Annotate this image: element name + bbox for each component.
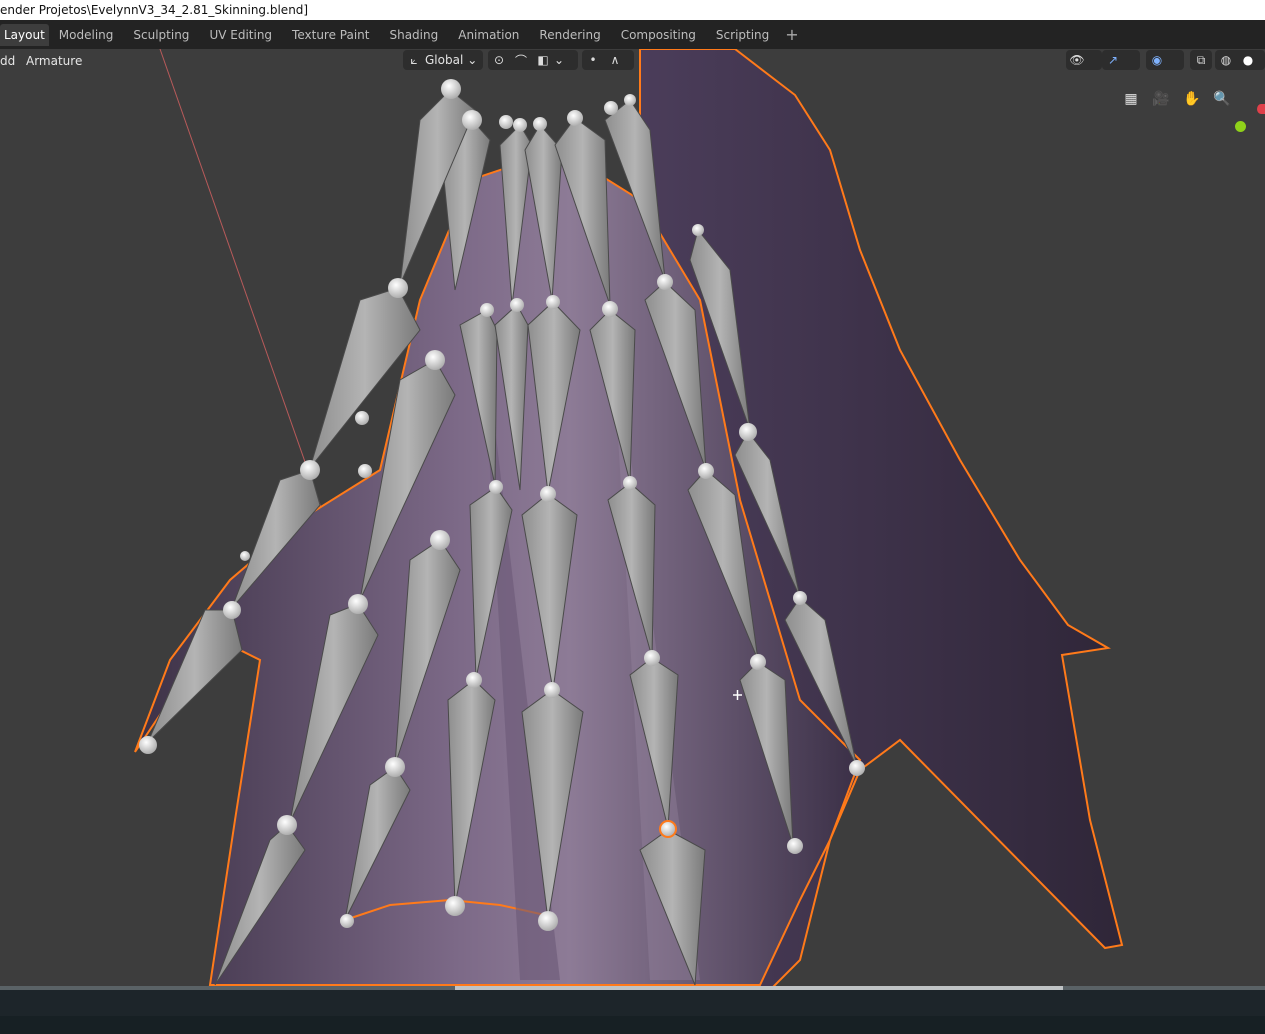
joint xyxy=(624,94,636,106)
snap-icon[interactable]: ⌒ xyxy=(510,50,532,70)
transform-orientation-value: Global xyxy=(425,53,464,67)
joint xyxy=(139,736,157,754)
3d-viewport[interactable] xyxy=(0,49,1265,986)
chevron-down-icon: ⌄ xyxy=(467,53,478,67)
joint xyxy=(441,79,461,99)
joint xyxy=(462,110,482,130)
zoom-icon[interactable]: 🔍 xyxy=(1211,88,1233,110)
joint xyxy=(567,110,583,126)
joint xyxy=(388,278,408,298)
joint xyxy=(445,896,465,916)
joint xyxy=(358,464,372,478)
window-title-bar: ender Projetos\EvelynnV3_34_2.81_Skinnin… xyxy=(0,0,1265,20)
eye-icon: 👁 xyxy=(1069,53,1085,67)
joint xyxy=(223,601,241,619)
joint xyxy=(277,815,297,835)
window-title: ender Projetos\EvelynnV3_34_2.81_Skinnin… xyxy=(0,3,309,17)
overlays-icon: ◉ xyxy=(1151,53,1163,67)
tab-layout[interactable]: Layout xyxy=(0,23,49,46)
tab-uv-editing[interactable]: UV Editing xyxy=(199,24,282,46)
orientation-axes-icon: ⟀ xyxy=(410,52,418,67)
chevron-down-icon: ⌄ xyxy=(554,53,565,67)
joint xyxy=(793,591,807,605)
workspace-tab-bar: Layout Modeling Sculpting UV Editing Tex… xyxy=(0,20,1265,49)
proportional-edit-group: • ∧ xyxy=(582,50,634,70)
joint xyxy=(657,274,673,290)
hand-pan-icon[interactable]: ✋ xyxy=(1181,88,1203,110)
gizmo-icon: ↗ xyxy=(1107,53,1119,67)
tab-shading[interactable]: Shading xyxy=(379,24,448,46)
xray-icon: ⧉ xyxy=(1196,52,1206,67)
joint xyxy=(480,303,494,317)
tab-modeling[interactable]: Modeling xyxy=(49,24,124,46)
axis-x-gizmo-dot[interactable] xyxy=(1257,104,1265,114)
tab-sculpting[interactable]: Sculpting xyxy=(123,24,199,46)
add-menu[interactable]: dd xyxy=(0,52,15,70)
axis-y-gizmo-dot[interactable] xyxy=(1235,121,1246,132)
armature-menu[interactable]: Armature xyxy=(26,52,82,70)
joint-selected xyxy=(659,820,677,838)
status-bar xyxy=(0,1016,1265,1034)
grid-perspective-icon[interactable]: ▦ xyxy=(1120,88,1142,110)
joint xyxy=(787,838,803,854)
transform-orientation-dropdown[interactable]: ⟀ Global ⌄ xyxy=(403,50,483,70)
xray-toggle[interactable]: ⧉ xyxy=(1190,50,1212,70)
joint xyxy=(644,650,660,666)
joint xyxy=(240,551,250,561)
gizmo-dropdown[interactable]: ↗ xyxy=(1102,50,1140,70)
joint xyxy=(499,115,513,129)
viewport-header: dd Armature ⟀ Global ⌄ ⊙ ⌒ ◧ ⌄ • ∧ 👁 ↗ ◉… xyxy=(0,49,1265,73)
joint xyxy=(385,757,405,777)
falloff-curve-icon[interactable]: ∧ xyxy=(604,50,626,70)
shading-mode-group: ◍ ● xyxy=(1215,50,1265,70)
joint xyxy=(538,911,558,931)
joint xyxy=(348,594,368,614)
joint xyxy=(355,411,369,425)
joint xyxy=(544,682,560,698)
joint xyxy=(466,672,482,688)
joint xyxy=(513,118,527,132)
joint xyxy=(340,914,354,928)
joint xyxy=(510,298,524,312)
joint xyxy=(602,301,618,317)
camera-icon[interactable]: 🎥 xyxy=(1150,88,1172,110)
wireframe-shading-icon[interactable]: ◍ xyxy=(1215,50,1237,70)
solid-shading-icon[interactable]: ● xyxy=(1237,50,1259,70)
joint xyxy=(300,460,320,480)
tab-rendering[interactable]: Rendering xyxy=(529,24,610,46)
snap-target-icon[interactable]: ◧ xyxy=(532,50,554,70)
joint xyxy=(604,101,618,115)
tab-compositing[interactable]: Compositing xyxy=(611,24,706,46)
joint xyxy=(623,476,637,490)
joint xyxy=(430,530,450,550)
pivot-snap-group: ⊙ ⌒ ◧ ⌄ xyxy=(488,50,578,70)
joint xyxy=(540,486,556,502)
joint xyxy=(546,295,560,309)
joint xyxy=(533,117,547,131)
tab-texture-paint[interactable]: Texture Paint xyxy=(282,24,379,46)
pivot-point-icon[interactable]: ⊙ xyxy=(488,50,510,70)
joint xyxy=(425,350,445,370)
joint xyxy=(692,224,704,236)
joint xyxy=(489,480,503,494)
viewport-scene xyxy=(134,49,1124,986)
tab-animation[interactable]: Animation xyxy=(448,24,529,46)
joint xyxy=(750,654,766,670)
proportional-editing-icon[interactable]: • xyxy=(582,50,604,70)
joint xyxy=(698,463,714,479)
timeline-scroll-thumb[interactable] xyxy=(455,986,1063,990)
joint xyxy=(739,423,757,441)
add-workspace-button[interactable]: + xyxy=(779,25,804,44)
timeline-scrollbar[interactable] xyxy=(0,986,1265,990)
visibility-dropdown[interactable]: 👁 xyxy=(1066,50,1102,70)
joint xyxy=(849,760,865,776)
overlays-dropdown[interactable]: ◉ xyxy=(1146,50,1184,70)
tab-scripting[interactable]: Scripting xyxy=(706,24,779,46)
